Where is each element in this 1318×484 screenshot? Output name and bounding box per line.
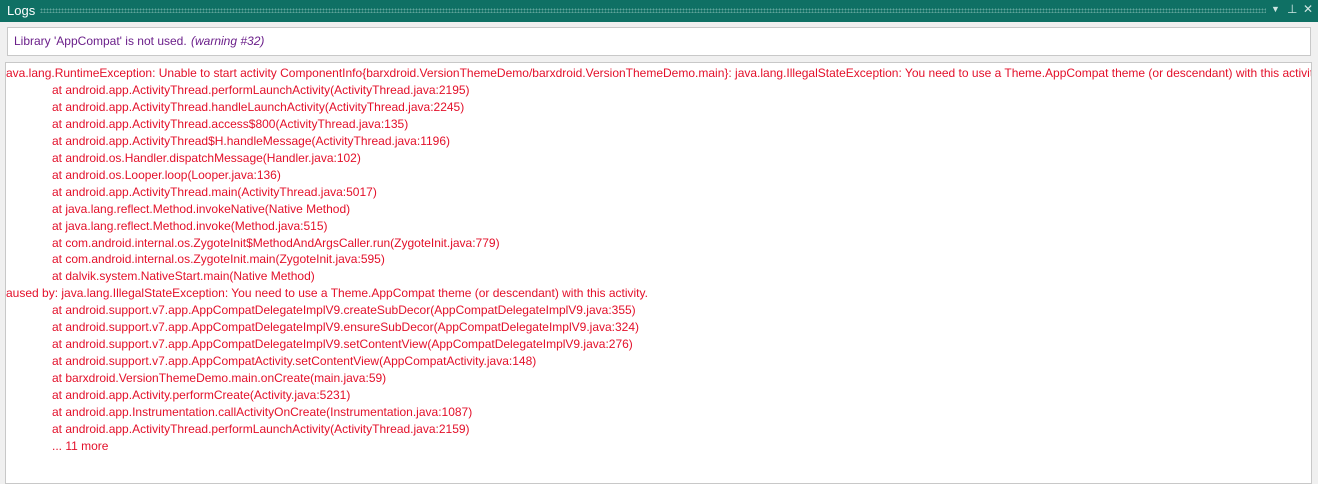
log-output[interactable]: ava.lang.RuntimeException: Unable to sta… [5,62,1312,484]
log-line: ... 11 more [52,438,109,453]
log-line: at android.app.Instrumentation.callActiv… [52,405,473,419]
log-line: at android.app.ActivityThread.performLau… [52,421,470,436]
log-line: at dalvik.system.NativeStart.main(Native… [52,269,315,284]
log-line: aused by: java.lang.IllegalStateExceptio… [6,286,648,301]
log-line: at android.os.Handler.dispatchMessage(Ha… [52,150,361,165]
close-icon[interactable]: ✕ [1303,2,1313,16]
warning-message[interactable]: Library 'AppCompat' is not used. (warnin… [7,27,1311,56]
log-line: at android.app.ActivityThread.handleLaun… [52,99,465,114]
warning-text: Library 'AppCompat' is not used. [14,34,187,48]
log-line: at com.android.internal.os.ZygoteInit.ma… [52,252,385,267]
pin-icon[interactable]: ⊥ [1287,2,1297,16]
log-line: at android.app.Activity.performCreate(Ac… [52,388,351,403]
log-line: at android.os.Looper.loop(Looper.java:13… [52,167,281,182]
log-line: ava.lang.RuntimeException: Unable to sta… [6,66,1312,80]
log-line: at android.app.ActivityThread.access$800… [52,116,409,131]
panel-title-bar[interactable]: Logs ▼ ⊥ ✕ [0,0,1318,22]
log-line: at android.support.v7.app.AppCompatDeleg… [52,303,636,318]
log-line: at android.support.v7.app.AppCompatDeleg… [52,337,633,352]
log-line: at android.support.v7.app.AppCompatDeleg… [52,320,640,335]
log-line: at android.app.ActivityThread.performLau… [52,82,470,97]
log-line: at android.app.ActivityThread$H.handleMe… [52,133,450,148]
warning-code: (warning #32) [191,34,265,48]
dropdown-icon[interactable]: ▼ [1271,4,1280,14]
log-line: at java.lang.reflect.Method.invoke(Metho… [52,218,328,233]
log-line: at java.lang.reflect.Method.invokeNative… [52,201,351,216]
log-line: at android.support.v7.app.AppCompatActiv… [52,354,537,369]
panel-title: Logs [7,3,36,18]
drag-grip[interactable] [40,8,1266,13]
log-line: at com.android.internal.os.ZygoteInit$Me… [52,235,500,250]
log-line: at barxdroid.VersionThemeDemo.main.onCre… [52,371,387,386]
log-line: at android.app.ActivityThread.main(Activ… [52,184,377,199]
